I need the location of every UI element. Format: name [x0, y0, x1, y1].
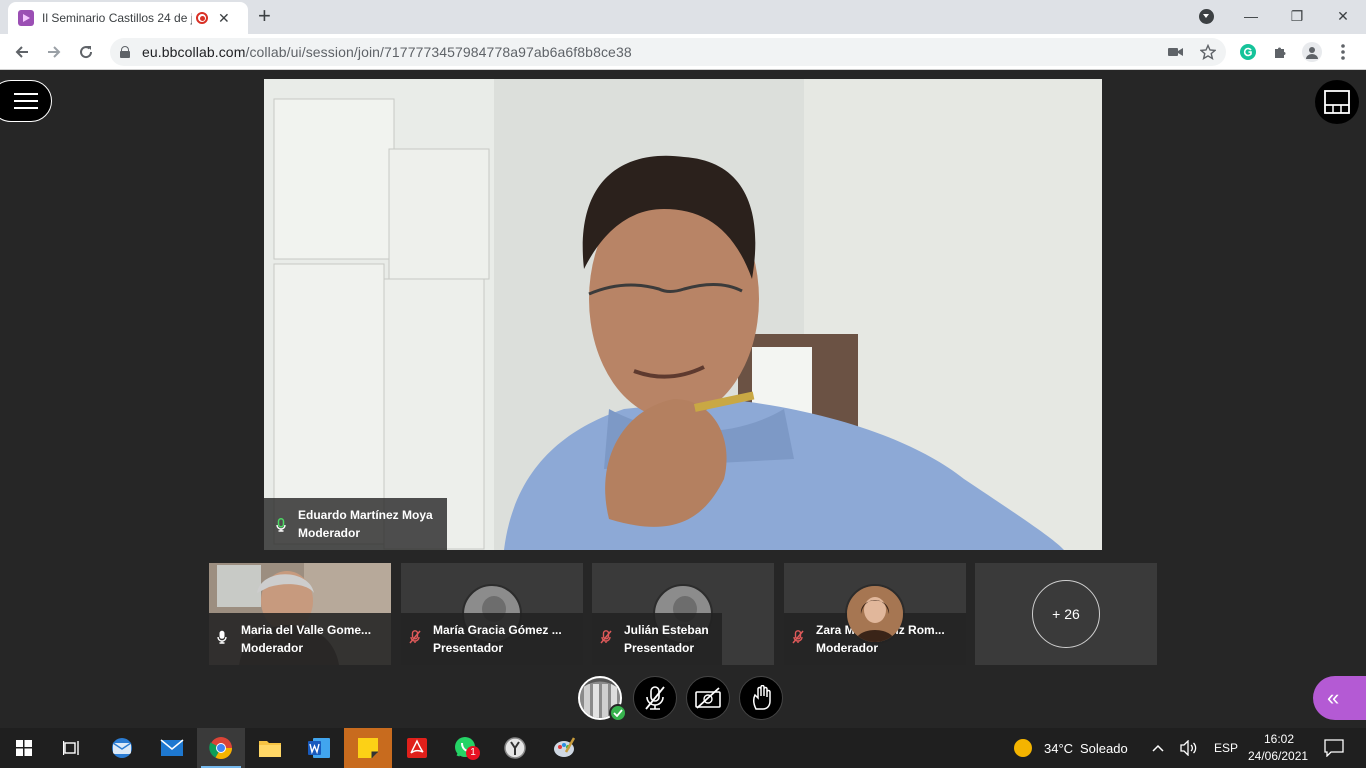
participant-label: María Gracia Gómez ... Presentador	[401, 613, 583, 665]
forward-icon[interactable]	[42, 40, 66, 64]
new-tab-button[interactable]: +	[258, 5, 271, 27]
window-restore-button[interactable]: ❐	[1274, 0, 1320, 32]
participant-role: Presentador	[624, 641, 695, 655]
word-app-icon[interactable]	[295, 728, 343, 768]
speaker-video-frame	[264, 79, 1102, 550]
yandex-browser-icon[interactable]	[491, 728, 539, 768]
more-participants-count: + 26	[1032, 580, 1100, 648]
main-speaker-role: Moderador	[298, 526, 361, 540]
bookmark-star-icon[interactable]	[1199, 43, 1217, 61]
participant-label: Julián Esteban Presentador	[592, 613, 722, 665]
url-host: eu.bbcollab.com	[142, 44, 246, 60]
action-center-notification-icon[interactable]	[1324, 739, 1344, 758]
main-speaker-video: Eduardo Martínez Moya Moderador	[264, 79, 1102, 550]
windows-taskbar: 1 34°C Soleado ESP 16:02 24/06/2021	[0, 728, 1366, 768]
browser-tab-strip: Il Seminario Castillos 24 de j ✕ + — ❐ ✕	[0, 0, 1366, 34]
task-view-icon[interactable]	[48, 728, 96, 768]
participant-name: Julián Esteban	[624, 623, 709, 637]
open-collaborate-panel-button[interactable]: «	[1313, 676, 1366, 720]
window-close-button[interactable]: ✕	[1320, 0, 1366, 32]
raise-hand-button[interactable]	[739, 676, 783, 720]
recording-indicator-icon	[196, 12, 208, 24]
participant-photo-avatar	[845, 584, 905, 644]
weather-condition[interactable]: Soleado	[1080, 741, 1128, 756]
outlook-app-icon[interactable]	[98, 728, 146, 768]
whatsapp-app-icon[interactable]: 1	[442, 728, 490, 768]
participant-tile[interactable]: Maria del Valle Gome... Moderador	[209, 563, 391, 665]
participant-role: Presentador	[433, 641, 504, 655]
back-icon[interactable]	[10, 40, 34, 64]
volume-speaker-icon[interactable]	[1180, 739, 1198, 757]
layout-grid-icon	[1324, 90, 1350, 114]
input-language-indicator[interactable]: ESP	[1214, 741, 1238, 755]
address-bar[interactable]: eu.bbcollab.com/collab/ui/session/join/7…	[110, 38, 1226, 66]
participant-tile[interactable]: María Gracia Gómez ... Presentador	[401, 563, 583, 665]
participant-role: Moderador	[241, 641, 304, 655]
tab-title: Il Seminario Castillos 24 de j	[42, 11, 192, 25]
reload-icon[interactable]	[74, 40, 98, 64]
camera-in-use-icon[interactable]	[1167, 43, 1185, 61]
raise-hand-icon	[752, 685, 771, 710]
microphone-muted-icon	[600, 621, 616, 665]
weather-temperature[interactable]: 34°C	[1044, 741, 1073, 756]
lock-icon	[120, 46, 130, 58]
show-hidden-icons-chevron-icon[interactable]	[1150, 740, 1166, 756]
clock-time[interactable]: 16:02	[1264, 732, 1294, 746]
paint-app-icon[interactable]	[540, 728, 588, 768]
microphone-toggle-button[interactable]	[633, 676, 677, 720]
main-speaker-name: Eduardo Martínez Moya	[298, 508, 433, 522]
tab-close-button[interactable]: ✕	[218, 10, 230, 27]
microphone-muted-icon	[792, 621, 808, 665]
hamburger-icon	[14, 100, 38, 102]
microphone-on-icon	[276, 506, 290, 550]
collaborate-favicon-icon	[18, 10, 34, 26]
chrome-app-icon[interactable]	[197, 728, 245, 768]
clock-date[interactable]: 24/06/2021	[1248, 749, 1308, 763]
more-participants-tile[interactable]: + 26	[975, 563, 1157, 665]
main-speaker-name-tag: Eduardo Martínez Moya Moderador	[264, 498, 447, 550]
session-menu-button[interactable]	[0, 80, 52, 122]
acrobat-app-icon[interactable]	[393, 728, 441, 768]
participant-name: Maria del Valle Gome...	[241, 623, 372, 637]
microphone-muted-icon	[645, 686, 665, 710]
window-minimize-button[interactable]: —	[1228, 0, 1274, 32]
participant-tile[interactable]: Julián Esteban Presentador	[592, 563, 774, 665]
file-explorer-icon[interactable]	[246, 728, 294, 768]
participant-label: Maria del Valle Gome... Moderador	[209, 613, 391, 665]
whatsapp-unread-badge: 1	[466, 746, 480, 760]
sticky-notes-app-icon[interactable]	[344, 728, 392, 768]
participant-strip: Maria del Valle Gome... Moderador María …	[0, 563, 1366, 665]
camera-off-icon	[695, 687, 721, 709]
extensions-puzzle-icon[interactable]	[1271, 43, 1289, 61]
browser-tab-active[interactable]: Il Seminario Castillos 24 de j ✕	[8, 2, 248, 34]
mail-app-icon[interactable]	[148, 728, 196, 768]
tab-search-icon[interactable]	[1199, 9, 1214, 24]
browser-menu-icon[interactable]	[1334, 43, 1352, 61]
participant-tile[interactable]: Zara Maria Ruiz Rom... Moderador	[784, 563, 966, 665]
browser-toolbar: eu.bbcollab.com/collab/ui/session/join/7…	[0, 34, 1366, 70]
camera-toggle-button[interactable]	[686, 676, 730, 720]
microphone-on-icon	[217, 621, 233, 665]
microphone-muted-icon	[409, 621, 425, 665]
layout-toggle-button[interactable]	[1315, 80, 1359, 124]
participant-name: María Gracia Gómez ...	[433, 623, 562, 637]
status-available-check-icon	[609, 704, 627, 722]
session-controls	[0, 676, 1366, 722]
url-path: /collab/ui/session/join/7177773457984778…	[245, 44, 632, 60]
grammarly-extension-icon[interactable]	[1239, 43, 1257, 61]
profile-avatar-icon[interactable]	[1302, 42, 1322, 62]
weather-sun-icon	[1014, 739, 1032, 757]
windows-start-icon[interactable]	[0, 728, 48, 768]
